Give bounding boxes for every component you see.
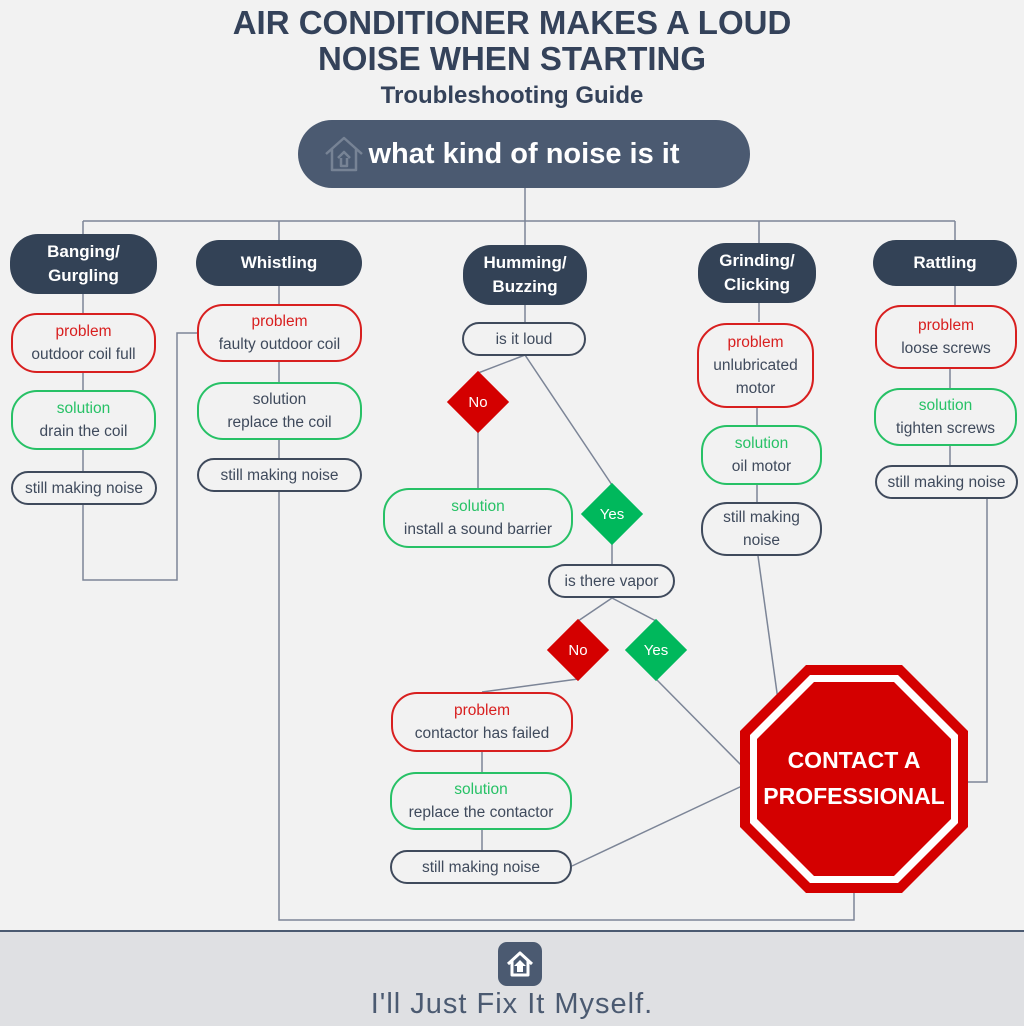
connector — [655, 678, 743, 767]
connector — [577, 597, 613, 622]
followup-node: still making noise — [11, 471, 157, 505]
solution-node: solution tighten screws — [874, 388, 1017, 446]
connector — [524, 354, 613, 486]
solution-node: solution replace the coil — [197, 382, 362, 440]
branch-header-rattling: Rattling — [873, 240, 1017, 286]
yes-label: Yes — [599, 506, 625, 523]
problem-node: problem unlubricated motor — [697, 323, 814, 408]
branch-header-whistling: Whistling — [196, 240, 362, 286]
contact-professional-text: CONTACT A PROFESSIONAL — [763, 747, 945, 809]
solution-node: solution drain the coil — [11, 390, 156, 450]
connector — [968, 498, 988, 783]
solution-node: solution replace the contactor — [390, 772, 572, 830]
question-node: is it loud — [462, 322, 586, 356]
yes-label: Yes — [643, 642, 669, 659]
solution-node: solution install a sound barrier — [383, 488, 573, 548]
connector — [611, 597, 657, 622]
question-node: is there vapor — [548, 564, 675, 598]
problem-node: problem contactor has failed — [391, 692, 573, 752]
problem-node: problem outdoor coil full — [11, 313, 156, 373]
root-question-text: what kind of noise is it — [368, 137, 680, 170]
branch-header-grinding: Grinding/ Clicking — [698, 243, 816, 303]
no-label: No — [568, 642, 588, 659]
followup-node: still making noise — [197, 458, 362, 492]
problem-node: problem loose screws — [875, 305, 1017, 369]
connector — [481, 678, 579, 693]
root-question: what kind of noise is it — [298, 120, 750, 188]
footer: I'll Just Fix It Myself. — [0, 930, 1024, 1026]
connector — [477, 354, 526, 380]
no-label: No — [468, 394, 488, 411]
brand-name: I'll Just Fix It Myself. — [370, 988, 654, 1020]
house-icon — [325, 136, 363, 172]
solution-node: solution oil motor — [701, 425, 822, 485]
followup-node: still making noise — [875, 465, 1018, 499]
problem-node: problem faulty outdoor coil — [197, 304, 362, 362]
followup-node: still making noise — [701, 502, 822, 556]
house-logo-icon — [498, 942, 542, 986]
followup-node: still making noise — [390, 850, 572, 884]
branch-header-humming: Humming/ Buzzing — [463, 245, 587, 305]
branch-header-banging: Banging/ Gurgling — [10, 234, 157, 294]
connector — [571, 785, 743, 867]
